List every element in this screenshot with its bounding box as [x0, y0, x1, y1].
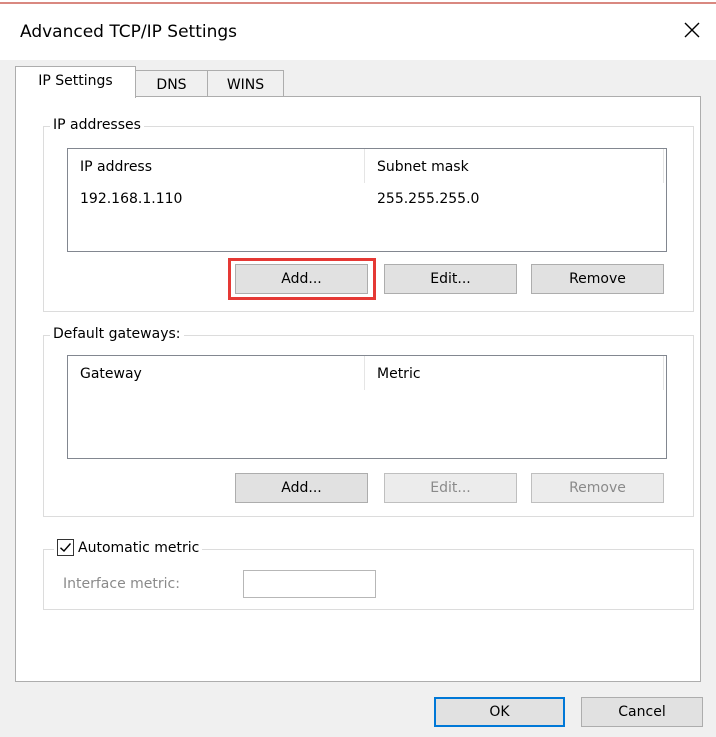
subnet-mask-value: 255.255.255.0: [377, 191, 480, 207]
gateway-list[interactable]: Gateway Metric: [67, 355, 667, 459]
automatic-metric-label[interactable]: Automatic metric: [78, 540, 199, 556]
column-header-ip-address[interactable]: IP address: [80, 159, 152, 175]
window-title: Advanced TCP/IP Settings: [20, 22, 238, 42]
add-button-highlight: [228, 258, 376, 300]
column-divider[interactable]: [364, 356, 365, 390]
tab-dns[interactable]: DNS: [135, 70, 208, 98]
tab-ip-settings[interactable]: IP Settings: [15, 66, 136, 98]
edit-gateway-button[interactable]: Edit...: [384, 473, 517, 503]
close-button[interactable]: [678, 16, 706, 44]
remove-ip-button[interactable]: Remove: [531, 264, 664, 294]
add-gateway-button[interactable]: Add...: [235, 473, 368, 503]
column-header-metric[interactable]: Metric: [377, 366, 421, 382]
column-header-subnet-mask[interactable]: Subnet mask: [377, 159, 469, 175]
ok-button[interactable]: OK: [434, 697, 565, 727]
tab-wins[interactable]: WINS: [207, 70, 284, 98]
interface-metric-input[interactable]: [243, 570, 376, 598]
column-divider[interactable]: [364, 149, 365, 183]
table-row[interactable]: 192.168.1.110 255.255.255.0: [68, 187, 666, 211]
column-header-gateway[interactable]: Gateway: [80, 366, 142, 382]
title-bar: Advanced TCP/IP Settings: [0, 6, 716, 60]
ip-settings-panel: IP addresses IP address Subnet mask 192.…: [15, 96, 701, 682]
default-gateways-legend: Default gateways:: [50, 326, 184, 342]
edit-ip-button[interactable]: Edit...: [384, 264, 517, 294]
ip-address-list[interactable]: IP address Subnet mask 192.168.1.110 255…: [67, 148, 667, 252]
column-divider[interactable]: [663, 149, 664, 183]
ip-address-value: 192.168.1.110: [80, 191, 183, 207]
ip-addresses-legend: IP addresses: [50, 117, 144, 133]
automatic-metric-legend: Automatic metric: [54, 539, 203, 556]
cancel-button[interactable]: Cancel: [581, 697, 703, 727]
background-accent-line: [0, 2, 716, 4]
column-divider[interactable]: [663, 356, 664, 390]
close-icon: [684, 22, 700, 38]
checkmark-icon: [60, 543, 72, 553]
automatic-metric-checkbox[interactable]: [57, 539, 74, 556]
interface-metric-label: Interface metric:: [63, 576, 180, 592]
remove-gateway-button[interactable]: Remove: [531, 473, 664, 503]
